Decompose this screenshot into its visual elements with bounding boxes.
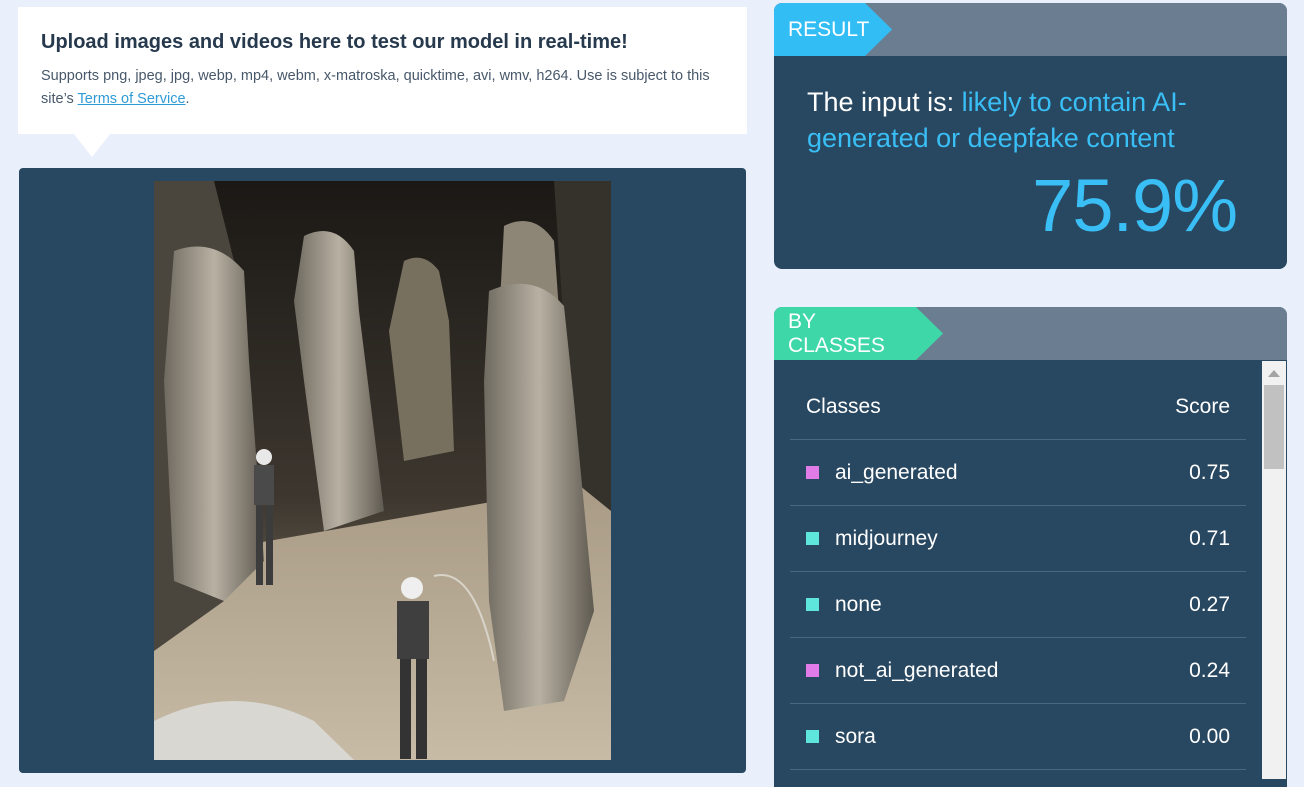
class-score: 0.71	[1189, 526, 1230, 550]
uploaded-image	[154, 181, 611, 760]
terms-of-service-link[interactable]: Terms of Service	[78, 91, 186, 107]
class-color-swatch	[806, 664, 819, 677]
class-name: none	[835, 592, 882, 616]
class-score: 0.27	[1189, 592, 1230, 616]
class-color-swatch	[806, 532, 819, 545]
column-header-classes: Classes	[806, 394, 881, 418]
classes-tag: BY CLASSES	[774, 307, 943, 360]
table-row: sora 0.00	[790, 704, 1246, 770]
classes-table: Classes Score ai_generated 0.75 midjourn…	[790, 362, 1246, 770]
result-percentage: 75.9%	[1032, 164, 1238, 247]
upload-title: Upload images and videos here to test ou…	[41, 31, 628, 53]
table-row: not_ai_generated 0.24	[790, 638, 1246, 704]
uploaded-image-drawing	[154, 181, 611, 760]
result-statement: The input is: likely to contain AI-gener…	[807, 84, 1255, 156]
scrollbar-thumb[interactable]	[1264, 385, 1284, 469]
result-tag: RESULT	[774, 3, 892, 56]
class-name: ai_generated	[835, 460, 958, 484]
class-name: midjourney	[835, 526, 938, 550]
result-prefix: The input is:	[807, 87, 962, 117]
class-name-cell: midjourney	[806, 527, 938, 551]
result-header: RESULT	[774, 3, 1287, 56]
table-row: ai_generated 0.75	[790, 440, 1246, 506]
class-score: 0.75	[1189, 460, 1230, 484]
result-card: RESULT The input is: likely to contain A…	[774, 3, 1287, 269]
column-header-score: Score	[1175, 394, 1230, 418]
class-score: 0.24	[1189, 658, 1230, 682]
classes-card: BY CLASSES Classes Score ai_generated 0.…	[774, 307, 1287, 787]
class-name: not_ai_generated	[835, 658, 999, 682]
class-name-cell: none	[806, 593, 882, 617]
upload-description: Supports png, jpeg, jpg, webp, mp4, webm…	[41, 65, 725, 111]
class-color-swatch	[806, 466, 819, 479]
upload-info-card: Upload images and videos here to test ou…	[18, 7, 747, 157]
class-color-swatch	[806, 730, 819, 743]
class-name: sora	[835, 724, 876, 748]
classes-table-header: Classes Score	[790, 362, 1246, 440]
table-row: midjourney 0.71	[790, 506, 1246, 572]
scroll-up-arrow-icon[interactable]	[1268, 370, 1280, 377]
uploaded-image-panel[interactable]	[19, 168, 746, 773]
classes-scrollbar[interactable]	[1262, 361, 1286, 779]
class-name-cell: not_ai_generated	[806, 659, 998, 683]
class-score: 0.00	[1189, 724, 1230, 748]
class-name-cell: ai_generated	[806, 461, 958, 485]
upload-description-end: .	[185, 91, 190, 107]
classes-header: BY CLASSES	[774, 307, 1287, 360]
class-color-swatch	[806, 598, 819, 611]
callout-pointer	[74, 134, 110, 157]
result-body: The input is: likely to contain AI-gener…	[774, 56, 1287, 156]
class-name-cell: sora	[806, 725, 876, 749]
table-row: none 0.27	[790, 572, 1246, 638]
